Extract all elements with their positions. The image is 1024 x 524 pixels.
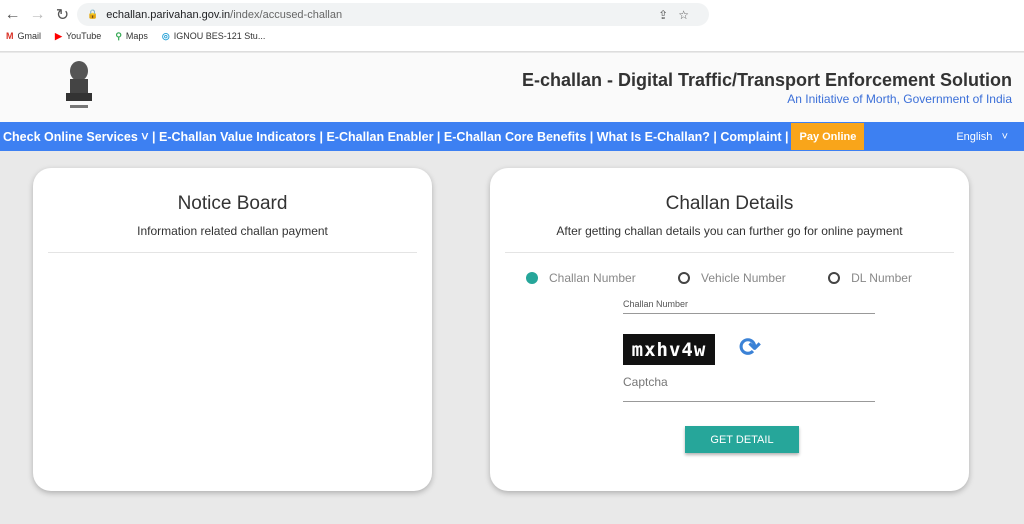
notice-board-card: Notice Board Information related challan… (33, 168, 432, 491)
youtube-icon: ▶ (55, 31, 62, 41)
challan-subtitle: After getting challan details you can fu… (556, 224, 903, 238)
pay-online-button[interactable]: Pay Online (791, 123, 865, 150)
challan-details-card: Challan Details After getting challan de… (490, 168, 969, 491)
bookmark-ignou[interactable]: ◎ IGNOU BES-121 Stu... (162, 31, 265, 42)
menu-value-indicators[interactable]: | E-Challan Value Indicators (149, 130, 316, 144)
national-emblem-logo (66, 61, 92, 108)
address-bar[interactable]: 🔒 echallan.parivahan.gov.in/index/accuse… (77, 3, 709, 26)
url-domain: echallan.parivahan.gov.in (106, 8, 231, 21)
radio-checked-icon (526, 272, 538, 284)
star-icon[interactable]: ☆ (678, 8, 699, 22)
reload-icon[interactable]: ↻ (50, 5, 75, 25)
challan-number-input[interactable]: Challan Number (623, 299, 875, 314)
menu-separator: | (781, 129, 789, 144)
language-select[interactable]: English ˅ (956, 131, 1008, 143)
radio-unchecked-icon (678, 272, 691, 284)
radio-vehicle-number[interactable]: Vehicle Number (678, 271, 786, 285)
site-subtitle: An Initiative of Morth, Government of In… (787, 92, 1012, 106)
notice-subtitle: Information related challan payment (137, 224, 328, 238)
forward-icon[interactable]: → (25, 6, 50, 24)
notice-title: Notice Board (177, 193, 288, 214)
maps-icon: ⚲ (115, 31, 122, 41)
site-title: E-challan - Digital Traffic/Transport En… (521, 70, 1012, 90)
captcha-image: mxhv4w (623, 334, 715, 365)
bookmark-youtube[interactable]: ▶ YouTube (55, 31, 101, 42)
radio-dl-number[interactable]: DL Number (828, 271, 912, 285)
share-icon[interactable]: ⇪ (658, 8, 678, 22)
menu-what-is[interactable]: | What Is E-Challan? (586, 130, 710, 144)
menu-check-online-services[interactable]: Check Online Services ˅ (3, 130, 149, 144)
back-icon[interactable]: ← (0, 6, 25, 24)
menu-complaint[interactable]: | Complaint (710, 130, 781, 144)
challan-title: Challan Details (665, 193, 794, 214)
menu-core-benefits[interactable]: | E-Challan Core Benefits (433, 130, 586, 144)
gmail-icon: M (6, 31, 14, 41)
ignou-icon: ◎ (161, 31, 170, 41)
captcha-input[interactable]: Captcha (623, 375, 875, 402)
refresh-captcha-icon[interactable]: ⟳ (739, 332, 761, 363)
radio-unchecked-icon (828, 272, 841, 284)
url-path: /index/accused-challan (230, 8, 343, 21)
main-menu: Check Online Services ˅ | E-Challan Valu… (0, 122, 1024, 151)
browser-chrome: ← → ↻ 🔒 echallan.parivahan.gov.in/index/… (0, 0, 1024, 52)
radio-challan-number[interactable]: Challan Number (526, 271, 636, 285)
divider (505, 252, 954, 253)
menu-enabler[interactable]: | E-Challan Enabler (316, 130, 433, 144)
bookmark-maps[interactable]: ⚲ Maps (115, 31, 148, 42)
site-header: E-challan - Digital Traffic/Transport En… (0, 53, 1024, 122)
bookmark-gmail[interactable]: M Gmail (6, 31, 41, 42)
divider (48, 252, 417, 253)
lock-icon: 🔒 (87, 9, 99, 19)
get-detail-button[interactable]: GET DETAIL (685, 426, 799, 453)
